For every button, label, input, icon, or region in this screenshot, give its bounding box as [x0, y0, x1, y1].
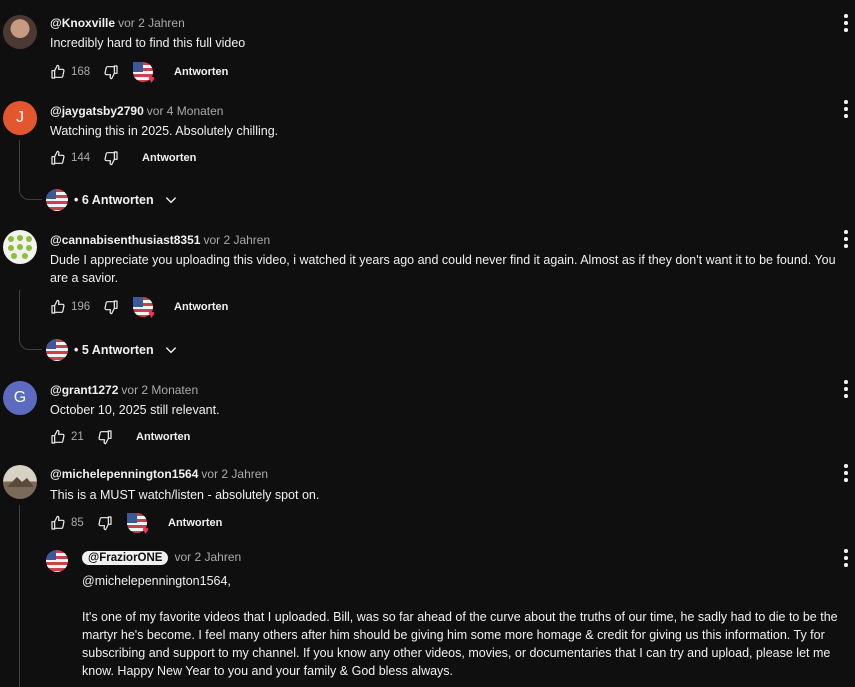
creator-heart-avatar: ♥ — [133, 297, 155, 321]
dislike-icon[interactable] — [103, 64, 119, 80]
avatar[interactable]: G — [3, 381, 37, 415]
thread-line — [19, 290, 42, 350]
more-vert-icon[interactable] — [843, 549, 849, 567]
comment-text: Watching this in 2025. Absolutely chilli… — [50, 124, 279, 138]
comment-time[interactable]: vor 2 Jahren — [201, 467, 268, 481]
like-count: 196 — [71, 301, 91, 313]
author-handle[interactable]: @cannabisenthusiast8351 — [50, 233, 200, 247]
comment-actions: 144 Antworten — [50, 147, 196, 169]
comment-header: @cannabisenthusiast8351 vor 2 Jahren — [50, 233, 270, 247]
comment-text: Dude I appreciate you uploading this vid… — [50, 253, 836, 285]
reply-button[interactable]: Antworten — [136, 431, 190, 443]
creator-heart-avatar: ♥ — [127, 513, 149, 537]
more-vert-icon[interactable] — [843, 380, 849, 398]
like-icon[interactable] — [50, 64, 66, 80]
heart-icon: ♥ — [148, 74, 155, 86]
comment-text: This is a MUST watch/listen - absolutely… — [50, 488, 320, 502]
like-icon[interactable] — [50, 429, 66, 445]
avatar[interactable]: J — [3, 101, 37, 135]
like-count: 144 — [71, 152, 91, 164]
comment-time[interactable]: vor 4 Monaten — [147, 104, 224, 118]
reply-avatar — [46, 339, 68, 361]
comment-text: Incredibly hard to find this full video — [50, 36, 246, 50]
comment-header: @jaygatsby2790 vor 4 Monaten — [50, 104, 223, 118]
like-count: 168 — [71, 66, 91, 78]
creator-heart-avatar: ♥ — [133, 62, 155, 86]
heart-icon: ♥ — [148, 309, 155, 321]
reply-avatar — [46, 189, 68, 211]
author-handle[interactable]: @grant1272 — [50, 383, 118, 397]
comment-header: @michelepennington1564 vor 2 Jahren — [50, 467, 268, 481]
like-icon[interactable] — [50, 299, 66, 315]
comment-actions: 196 ♥ Antworten — [50, 296, 228, 321]
author-handle[interactable]: @michelepennington1564 — [50, 467, 198, 481]
channel-owner-badge[interactable]: @FraziorONE — [82, 551, 169, 565]
reply-button[interactable]: Antworten — [174, 301, 228, 313]
author-handle[interactable]: @jaygatsby2790 — [50, 104, 144, 118]
comment-actions: 85 ♥ Antworten — [50, 512, 222, 537]
comment-time[interactable]: vor 2 Jahren — [203, 233, 270, 247]
reply-comment: @FraziorONE vor 2 Jahren @michelepenningt… — [0, 0, 855, 678]
reply-time[interactable]: vor 2 Jahren — [174, 550, 241, 564]
thread-line — [19, 505, 20, 687]
more-vert-icon[interactable] — [843, 230, 849, 248]
reply-button[interactable]: Antworten — [174, 66, 228, 78]
show-replies-button[interactable]: • 5 Antworten — [46, 339, 178, 361]
reply-button[interactable]: Antworten — [142, 152, 196, 164]
reply-text: It's one of my favorite videos that I up… — [82, 610, 838, 678]
avatar[interactable] — [3, 230, 37, 264]
chevron-down-icon[interactable] — [164, 343, 178, 357]
comment-text: October 10, 2025 still relevant. — [50, 403, 220, 417]
reply-button[interactable]: Antworten — [168, 517, 222, 529]
replies-count[interactable]: • 5 Antworten — [74, 343, 154, 357]
reply-header: @FraziorONE vor 2 Jahren — [82, 550, 241, 565]
comment-actions: 168 ♥ Antworten — [50, 61, 228, 86]
avatar[interactable] — [3, 465, 37, 499]
mountain-icon — [7, 477, 34, 487]
more-vert-icon[interactable] — [843, 100, 849, 118]
reply-avatar[interactable] — [46, 550, 68, 572]
dislike-icon[interactable] — [103, 150, 119, 166]
reply-mention[interactable]: @michelepennington1564, — [82, 572, 855, 590]
leaf-pattern-icon — [8, 235, 32, 259]
comment-header: @grant1272 vor 2 Monaten — [50, 383, 198, 397]
like-icon[interactable] — [50, 150, 66, 166]
dislike-icon[interactable] — [97, 429, 113, 445]
show-replies-button[interactable]: • 6 Antworten — [46, 189, 178, 211]
dislike-icon[interactable] — [97, 515, 113, 531]
comment-time[interactable]: vor 2 Monaten — [121, 383, 198, 397]
chevron-down-icon[interactable] — [164, 193, 178, 207]
replies-count[interactable]: • 6 Antworten — [74, 193, 154, 207]
like-count: 85 — [71, 517, 84, 529]
like-icon[interactable] — [50, 515, 66, 531]
comment-actions: 21 Antworten — [50, 426, 190, 448]
like-count: 21 — [71, 431, 84, 443]
more-vert-icon[interactable] — [843, 464, 849, 482]
dislike-icon[interactable] — [103, 299, 119, 315]
heart-icon: ♥ — [142, 525, 149, 537]
thread-line — [19, 140, 42, 200]
